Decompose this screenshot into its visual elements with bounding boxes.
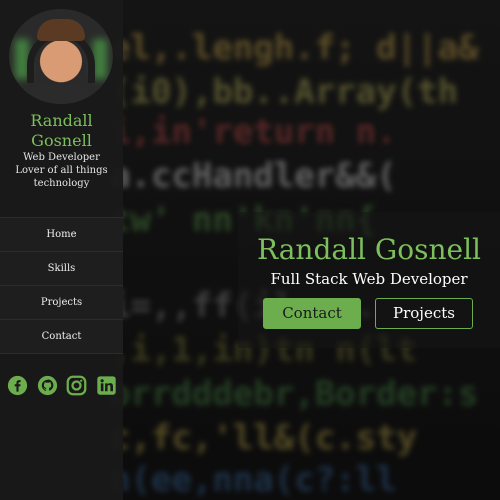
linkedin-icon[interactable] (96, 375, 117, 396)
sidebar-nav: Home Skills Projects Contact (0, 217, 123, 354)
hero-panel: Randall Gosnell Full Stack Web Developer… (238, 212, 500, 348)
profile-name: Randall Gosnell (30, 111, 93, 150)
projects-button[interactable]: Projects (375, 298, 473, 329)
github-icon[interactable] (37, 375, 58, 396)
nav-item-contact[interactable]: Contact (0, 319, 123, 354)
nav-item-home[interactable]: Home (0, 217, 123, 251)
hero-name: Randall Gosnell (257, 233, 481, 266)
sidebar: Randall Gosnell Web Developer Lover of a… (0, 0, 123, 500)
profile-title: Web Developer (23, 152, 100, 163)
hero-subtitle: Full Stack Web Developer (270, 270, 468, 288)
facebook-icon[interactable] (7, 375, 28, 396)
nav-item-projects[interactable]: Projects (0, 285, 123, 319)
avatar (9, 9, 113, 104)
contact-button[interactable]: Contact (263, 298, 361, 329)
social-links (7, 375, 117, 396)
nav-item-skills[interactable]: Skills (0, 251, 123, 285)
instagram-icon[interactable] (66, 375, 87, 396)
profile-tagline: Lover of all things technology (15, 165, 108, 189)
